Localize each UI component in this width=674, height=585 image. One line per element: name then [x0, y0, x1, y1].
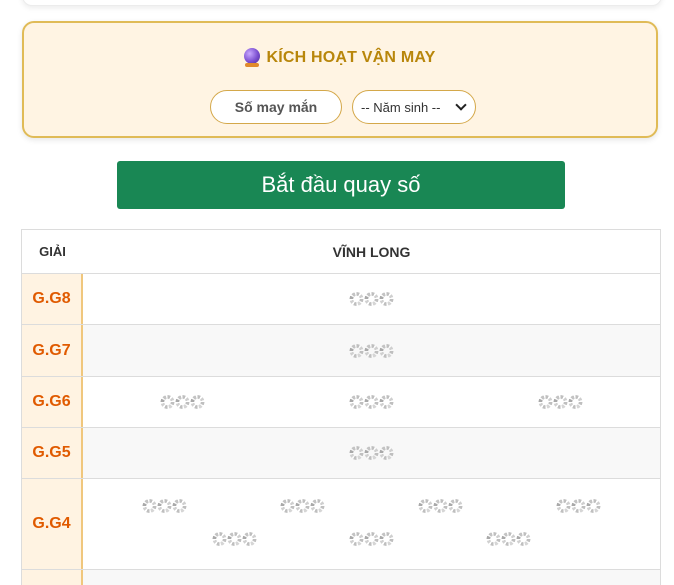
loading-spinner-icon — [349, 446, 364, 460]
prize-values — [83, 479, 660, 569]
table-row: G.G4 — [22, 479, 660, 570]
loading-spinner-icon — [379, 532, 394, 547]
prize-label — [22, 570, 83, 585]
loading-spinner-icon — [175, 395, 190, 409]
table-row: G.G6 — [22, 377, 660, 428]
results-table: GIẢI VĨNH LONG G.G8 G.G7 G.G6 G.G5 G.G4 — [21, 229, 661, 585]
loading-spinner-icon — [280, 499, 295, 513]
loading-spinner-icon — [349, 292, 364, 306]
loading-spinner-icon — [448, 499, 463, 513]
loading-spinner-icon — [571, 499, 586, 513]
loading-spinner-icon — [379, 343, 394, 358]
table-row: G.G5 — [22, 428, 660, 479]
number-placeholder — [349, 292, 394, 306]
chevron-down-icon — [455, 99, 467, 111]
loading-spinner-icon — [190, 395, 205, 409]
number-placeholder — [349, 446, 394, 460]
loading-spinner-icon — [160, 395, 175, 409]
start-draw-button[interactable]: Bắt đầu quay số — [117, 161, 565, 209]
loading-spinner-icon — [212, 532, 227, 547]
luck-panel-title: KÍCH HOẠT VẬN MAY — [24, 48, 656, 67]
lottery-page: KÍCH HOẠT VẬN MAY -- Năm sinh -- Bắt đầu… — [0, 0, 674, 585]
prize-label: G.G5 — [22, 428, 83, 478]
loading-spinner-icon — [538, 395, 553, 409]
loading-spinner-icon — [379, 292, 394, 306]
number-placeholder — [142, 499, 187, 513]
table-row — [22, 570, 660, 585]
loading-spinner-icon — [553, 395, 568, 409]
loading-spinner-icon — [349, 343, 364, 358]
loading-spinner-icon — [364, 292, 379, 306]
loading-spinner-icon — [295, 499, 310, 513]
loading-spinner-icon — [310, 499, 325, 513]
loading-spinner-icon — [172, 499, 187, 513]
loading-spinner-icon — [364, 395, 379, 409]
number-placeholder — [418, 499, 463, 513]
prize-label: G.G7 — [22, 325, 83, 376]
previous-card — [22, 0, 662, 6]
number-placeholder — [538, 395, 583, 409]
loading-spinner-icon — [364, 446, 379, 460]
prize-label: G.G6 — [22, 377, 83, 427]
birth-year-selected-value: -- Năm sinh -- — [361, 99, 441, 115]
loading-spinner-icon — [586, 499, 601, 513]
loading-spinner-icon — [516, 532, 531, 547]
number-placeholder — [486, 532, 531, 547]
loading-spinner-icon — [568, 395, 583, 409]
number-placeholder — [349, 395, 394, 409]
loading-spinner-icon — [364, 532, 379, 547]
number-placeholder — [280, 499, 325, 513]
prize-label: G.G4 — [22, 479, 83, 569]
prize-values — [83, 570, 660, 585]
loading-spinner-icon — [349, 395, 364, 409]
loading-spinner-icon — [501, 532, 516, 547]
table-row: G.G8 — [22, 274, 660, 325]
prize-label: G.G8 — [22, 274, 83, 324]
prize-values — [83, 325, 660, 376]
lucky-number-input[interactable] — [210, 90, 342, 124]
number-placeholder — [349, 343, 394, 358]
table-row: G.G7 — [22, 325, 660, 377]
loading-spinner-icon — [227, 532, 242, 547]
birth-year-select[interactable]: -- Năm sinh -- — [352, 90, 476, 124]
loading-spinner-icon — [142, 499, 157, 513]
loading-spinner-icon — [242, 532, 257, 547]
crystal-ball-icon — [244, 48, 261, 67]
number-placeholder — [349, 532, 394, 547]
prize-values — [83, 377, 660, 427]
prize-column-header: GIẢI — [39, 244, 66, 259]
province-column-header: VĨNH LONG — [332, 243, 411, 260]
loading-spinner-icon — [157, 499, 172, 513]
table-header-row: GIẢI VĨNH LONG — [22, 230, 660, 274]
number-placeholder — [556, 499, 601, 513]
loading-spinner-icon — [418, 499, 433, 513]
prize-values — [83, 274, 660, 324]
prize-values — [83, 428, 660, 478]
number-placeholder — [212, 532, 257, 547]
luck-panel-title-text: KÍCH HOẠT VẬN MAY — [266, 49, 436, 66]
loading-spinner-icon — [349, 532, 364, 547]
loading-spinner-icon — [364, 343, 379, 358]
luck-activation-panel: KÍCH HOẠT VẬN MAY -- Năm sinh -- — [22, 21, 658, 138]
loading-spinner-icon — [379, 446, 394, 460]
loading-spinner-icon — [379, 395, 394, 409]
loading-spinner-icon — [433, 499, 448, 513]
loading-spinner-icon — [486, 532, 501, 547]
loading-spinner-icon — [556, 499, 571, 513]
number-placeholder — [160, 395, 205, 409]
